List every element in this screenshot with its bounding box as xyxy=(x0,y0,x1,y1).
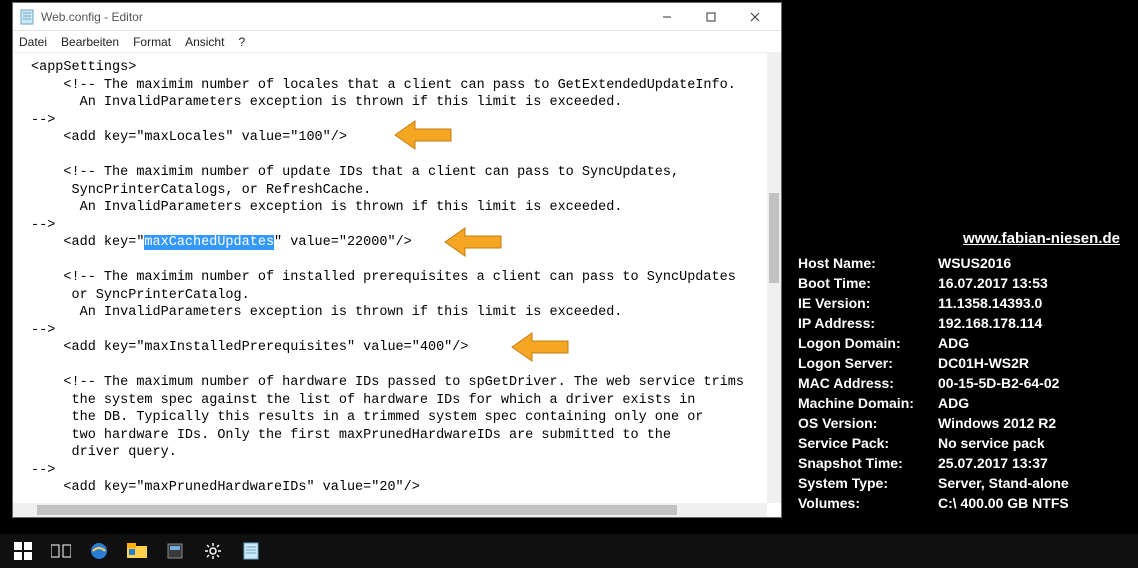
info-row: Logon Server:DC01H-WS2R xyxy=(798,353,1130,373)
info-row: Volumes:C:\ 400.00 GB NTFS xyxy=(798,493,1130,513)
settings-icon[interactable] xyxy=(200,538,226,564)
info-row: Snapshot Time:25.07.2017 13:37 xyxy=(798,453,1130,473)
menu-file[interactable]: Datei xyxy=(19,35,47,49)
window-buttons xyxy=(645,3,777,31)
info-rows: Host Name:WSUS2016 Boot Time:16.07.2017 … xyxy=(798,253,1130,513)
info-row: OS Version:Windows 2012 R2 xyxy=(798,413,1130,433)
code-area[interactable]: <appSettings> <!-- The maximim number of… xyxy=(13,53,767,503)
info-row: Machine Domain:ADG xyxy=(798,393,1130,413)
titlebar[interactable]: Web.config - Editor xyxy=(13,3,781,31)
horizontal-scroll-thumb[interactable] xyxy=(37,505,677,515)
server-manager-icon[interactable] xyxy=(162,538,188,564)
menu-view[interactable]: Ansicht xyxy=(185,35,224,49)
explorer-icon[interactable] xyxy=(124,538,150,564)
menu-help[interactable]: ? xyxy=(238,35,245,49)
selected-text: maxCachedUpdates xyxy=(144,235,274,250)
info-row: Boot Time:16.07.2017 13:53 xyxy=(798,273,1130,293)
horizontal-scrollbar[interactable] xyxy=(13,503,767,517)
info-row: IE Version:11.1358.14393.0 xyxy=(798,293,1130,313)
minimize-button[interactable] xyxy=(645,3,689,31)
editor-body: <appSettings> <!-- The maximim number of… xyxy=(13,53,781,517)
editor-window: Web.config - Editor Datei Bearbeiten For… xyxy=(12,2,782,518)
taskbar xyxy=(0,534,1138,568)
window-title: Web.config - Editor xyxy=(41,10,645,24)
info-row: MAC Address:00-15-5D-B2-64-02 xyxy=(798,373,1130,393)
notepad-taskbar-icon[interactable] xyxy=(238,538,264,564)
start-button[interactable] xyxy=(10,538,36,564)
menu-edit[interactable]: Bearbeiten xyxy=(61,35,119,49)
site-link[interactable]: www.fabian-niesen.de xyxy=(963,230,1120,247)
menubar: Datei Bearbeiten Format Ansicht ? xyxy=(13,31,781,53)
vertical-scroll-thumb[interactable] xyxy=(769,193,779,283)
vertical-scrollbar[interactable] xyxy=(767,53,781,503)
menu-format[interactable]: Format xyxy=(133,35,171,49)
notepad-icon xyxy=(19,9,35,25)
close-button[interactable] xyxy=(733,3,777,31)
info-row: Service Pack:No service pack xyxy=(798,433,1130,453)
info-row: System Type:Server, Stand-alone xyxy=(798,473,1130,493)
info-row: Logon Domain:ADG xyxy=(798,333,1130,353)
task-view-icon[interactable] xyxy=(48,538,74,564)
ie-icon[interactable] xyxy=(86,538,112,564)
system-info-panel: www.fabian-niesen.de Host Name:WSUS2016 … xyxy=(798,230,1130,513)
info-row: Host Name:WSUS2016 xyxy=(798,253,1130,273)
info-row: IP Address:192.168.178.114 xyxy=(798,313,1130,333)
maximize-button[interactable] xyxy=(689,3,733,31)
